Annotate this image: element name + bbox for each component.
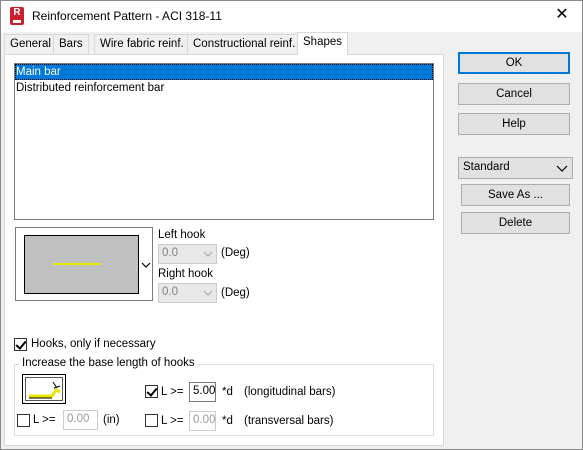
longitudinal-length-checkbox[interactable] [145,385,158,398]
chevron-down-icon [203,251,213,257]
tab-shapes[interactable]: Shapes [297,32,349,55]
chevron-down-icon[interactable] [141,262,151,270]
hooks-if-necessary-label: Hooks, only if necessary [31,338,156,350]
bar-shape-line [53,263,101,265]
save-as-button[interactable]: Save As ... [461,184,570,206]
list-item-main-bar[interactable]: Main bar [15,64,433,80]
hook-length-checkbox[interactable] [17,414,30,427]
longitudinal-length-input[interactable]: 5.00 [189,382,216,402]
left-hook-label: Left hook [158,229,206,241]
shape-preview-canvas [24,235,139,294]
transversal-length-input[interactable]: 0.00 [189,411,216,431]
delete-button[interactable]: Delete [461,212,570,234]
close-icon[interactable]: ✕ [554,7,570,23]
left-hook-select[interactable]: 0.0 [158,244,217,264]
right-hook-label: Right hook [158,268,213,280]
right-hook-select[interactable]: 0.0 [158,283,217,303]
left-hook-unit: (Deg) [221,247,250,259]
cancel-button[interactable]: Cancel [458,83,570,105]
right-hook-unit: (Deg) [221,287,250,299]
ok-button[interactable]: OK [458,52,570,74]
longitudinal-length-label: L >= [161,386,184,398]
transversal-length-unit: *d [222,415,233,427]
list-item-distributed-bar[interactable]: Distributed reinforcement bar [15,80,433,96]
title-bar: R Reinforcement Pattern - ACI 318-11 ✕ [1,1,582,32]
shape-preview [15,227,153,301]
transversal-length-label: L >= [161,415,184,427]
tab-general[interactable]: General [4,34,57,54]
right-hook-value: 0.0 [162,286,178,298]
hooks-if-necessary-checkbox[interactable] [14,338,27,351]
revit-r-icon: R [10,7,24,25]
tab-constructional-reinf[interactable]: Constructional reinf. [187,34,302,54]
shape-listbox[interactable]: Main bar Distributed reinforcement bar [14,63,434,220]
hook-length-unit: (in) [103,414,120,426]
chevron-down-icon [556,165,568,172]
increase-hooks-title: Increase the base length of hooks [19,357,198,369]
dialog-window: R Reinforcement Pattern - ACI 318-11 ✕ G… [0,0,583,450]
tab-wire-fabric-reinf[interactable]: Wire fabric reinf. [94,34,190,54]
help-button[interactable]: Help [458,113,570,135]
chevron-down-icon [203,290,213,296]
hook-length-input[interactable]: 0.00 [63,410,98,430]
tab-bars[interactable]: Bars [53,34,89,54]
transversal-length-desc: (transversal bars) [244,415,334,427]
longitudinal-length-desc: (longitudinal bars) [244,386,336,398]
template-select-value: Standard [463,161,510,173]
hook-shape-button[interactable] [22,374,66,404]
hook-shape-icon [29,381,61,399]
transversal-length-checkbox[interactable] [145,414,158,427]
longitudinal-length-unit: *d [222,386,233,398]
hook-length-label: L >= [33,414,56,426]
template-select[interactable]: Standard [458,157,573,179]
window-title: Reinforcement Pattern - ACI 318-11 [32,9,222,23]
left-hook-value: 0.0 [162,247,178,259]
